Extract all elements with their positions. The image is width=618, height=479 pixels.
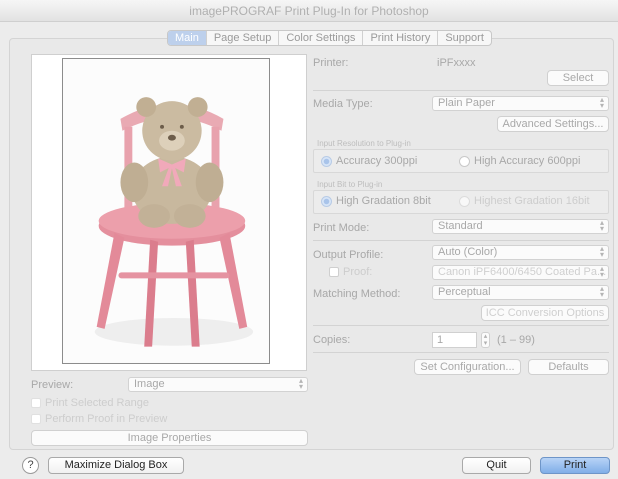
perform-proof-label: Perform Proof in Preview — [45, 413, 168, 425]
tab-page-setup[interactable]: Page Setup — [207, 31, 280, 45]
output-profile-value: Auto (Color) — [438, 246, 498, 258]
divider — [313, 325, 609, 326]
accuracy-600-radio[interactable] — [459, 156, 470, 167]
print-mode-value: Standard — [438, 220, 483, 232]
divider — [313, 90, 609, 91]
quit-button[interactable]: Quit — [462, 457, 531, 474]
help-icon[interactable]: ? — [22, 457, 39, 474]
tab-color-settings[interactable]: Color Settings — [279, 31, 364, 45]
tab-print-history[interactable]: Print History — [363, 31, 439, 45]
bit-group-label: Input Bit to Plug-in — [317, 180, 383, 189]
select-arrows-icon: ▴ ▾ — [599, 284, 604, 299]
print-button[interactable]: Print — [540, 457, 610, 474]
image-properties-button[interactable]: Image Properties — [31, 430, 308, 446]
divider — [313, 352, 609, 353]
divider — [313, 240, 609, 241]
printer-value: iPFxxxx — [437, 57, 476, 69]
teddy-bear-on-chair-image — [63, 59, 269, 363]
media-type-value: Plain Paper — [438, 97, 495, 109]
select-arrows-icon: ▴ ▾ — [599, 218, 604, 233]
gradation-8bit-radio[interactable] — [321, 196, 332, 207]
defaults-button[interactable]: Defaults — [528, 359, 609, 375]
output-profile-select[interactable]: Auto (Color) ▴ ▾ — [432, 245, 609, 260]
preview-label: Preview: — [31, 379, 74, 391]
printer-label: Printer: — [313, 57, 349, 69]
advanced-settings-button[interactable]: Advanced Settings... — [497, 116, 609, 132]
proof-profile-value: Canon iPF6400/6450 Coated Pa... — [438, 266, 607, 278]
copies-label: Copies: — [313, 334, 351, 346]
maximize-dialog-button[interactable]: Maximize Dialog Box — [48, 457, 184, 474]
select-arrows-icon: ▴ ▾ — [298, 376, 303, 391]
tab-support[interactable]: Support — [438, 31, 491, 45]
matching-method-select[interactable]: Perceptual ▴ ▾ — [432, 285, 609, 300]
copies-input[interactable]: 1 — [432, 332, 477, 348]
accuracy-300-radio[interactable] — [321, 156, 332, 167]
select-arrows-icon: ▴ ▾ — [599, 244, 604, 259]
print-mode-label: Print Mode: — [313, 222, 370, 234]
resolution-group-label: Input Resolution to Plug-in — [317, 139, 411, 148]
gradation-16bit-radio[interactable] — [459, 196, 470, 207]
tab-main[interactable]: Main — [168, 31, 207, 45]
print-mode-select[interactable]: Standard ▴ ▾ — [432, 219, 609, 234]
proof-checkbox[interactable] — [329, 267, 339, 277]
window-title: imagePROGRAF Print Plug-In for Photoshop — [0, 0, 618, 22]
tab-bar: Main Page Setup Color Settings Print His… — [167, 30, 492, 46]
perform-proof-checkbox[interactable] — [31, 414, 41, 424]
set-configuration-button[interactable]: Set Configuration... — [414, 359, 521, 375]
preview-image — [62, 58, 270, 364]
preview-select-value: Image — [134, 378, 165, 390]
accuracy-600-label: High Accuracy 600ppi — [474, 155, 581, 167]
select-arrows-icon: ▴ ▾ — [599, 264, 604, 279]
proof-profile-select[interactable]: Canon iPF6400/6450 Coated Pa... ▴ ▾ — [432, 265, 609, 280]
media-type-label: Media Type: — [313, 98, 373, 110]
icc-conversion-options-button[interactable]: ICC Conversion Options — [481, 305, 609, 321]
proof-label: Proof: — [343, 266, 373, 278]
accuracy-300-label: Accuracy 300ppi — [336, 155, 418, 167]
gradation-16bit-label: Highest Gradation 16bit — [474, 195, 590, 207]
preview-select[interactable]: Image ▴ ▾ — [128, 377, 308, 392]
media-type-select[interactable]: Plain Paper ▴ ▾ — [432, 96, 609, 111]
gradation-8bit-label: High Gradation 8bit — [336, 195, 431, 207]
copies-range: (1 – 99) — [497, 334, 535, 346]
copies-stepper[interactable]: ▴ ▾ — [481, 332, 490, 348]
select-printer-button[interactable]: Select — [547, 70, 609, 86]
output-profile-label: Output Profile: — [313, 249, 384, 261]
matching-method-value: Perceptual — [438, 286, 491, 298]
print-selected-range-checkbox[interactable] — [31, 398, 41, 408]
matching-method-label: Matching Method: — [313, 288, 401, 300]
preview-area — [31, 54, 307, 371]
print-selected-range-label: Print Selected Range — [45, 397, 149, 409]
select-arrows-icon: ▴ ▾ — [599, 95, 604, 110]
